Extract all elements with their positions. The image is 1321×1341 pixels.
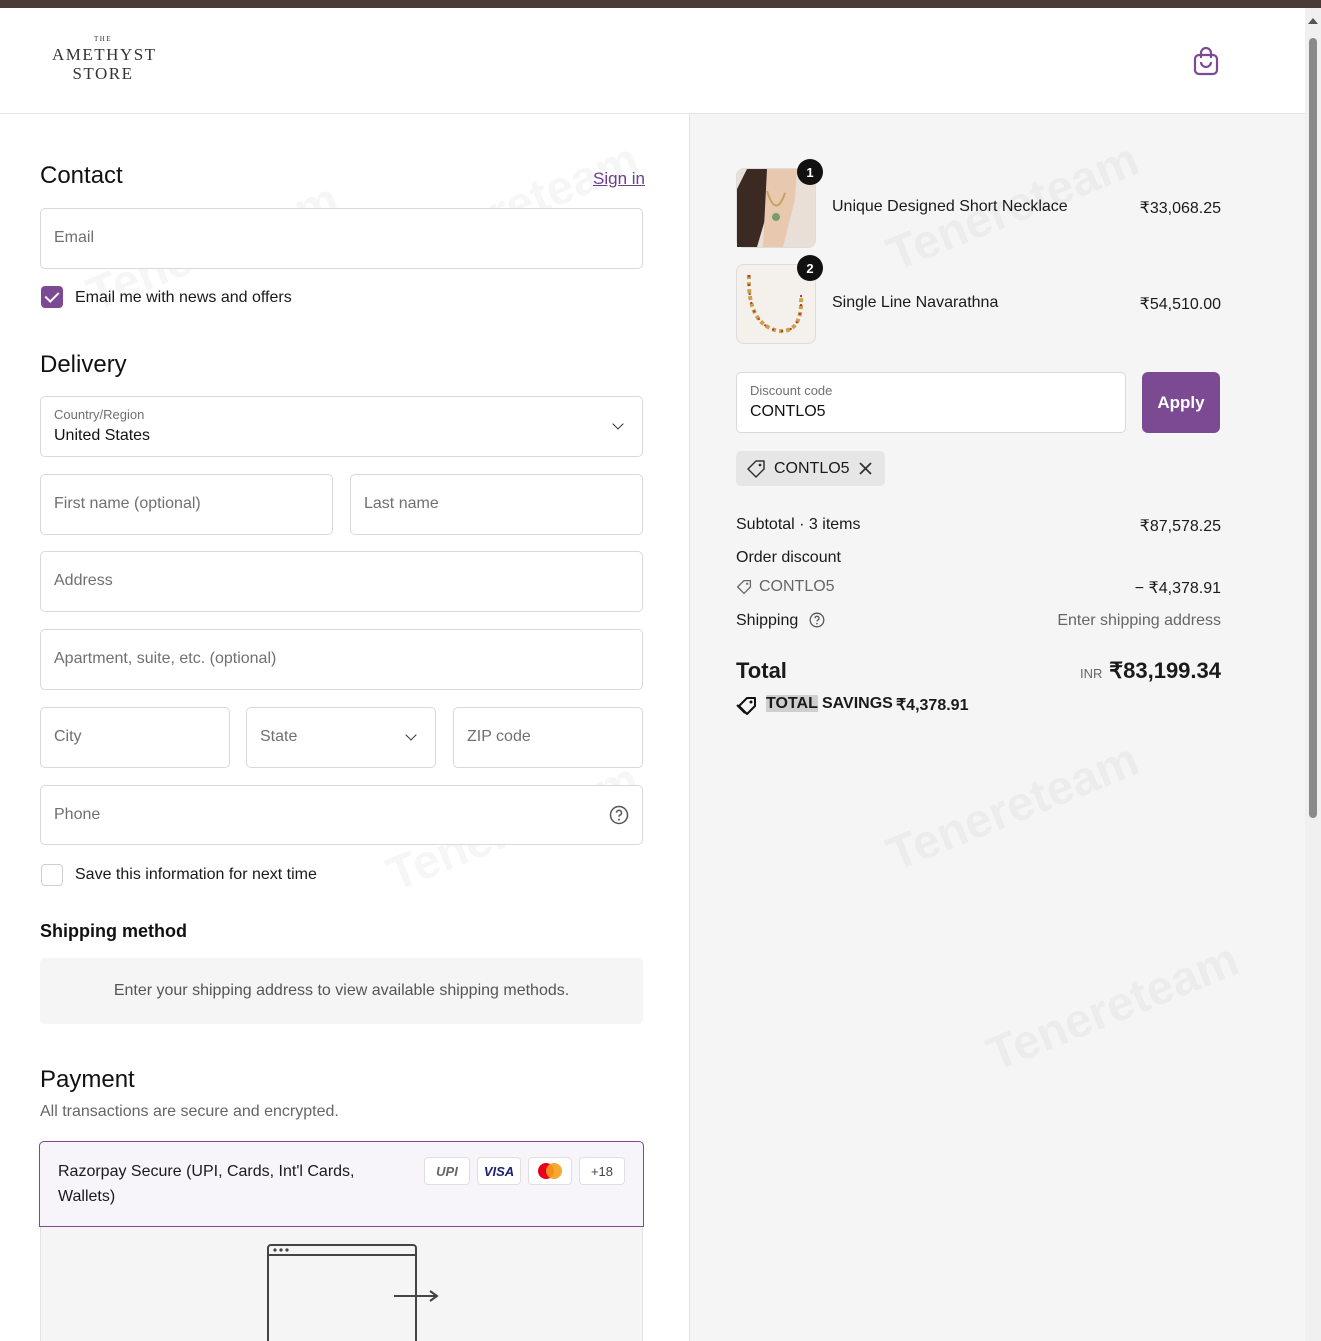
country-label: Country/Region bbox=[54, 407, 145, 422]
total-currency: INR bbox=[1080, 666, 1103, 681]
total-value: ₹83,199.34 bbox=[1109, 658, 1221, 683]
site-header: THE AMETHYST STORE bbox=[0, 8, 1305, 114]
save-info-label: Save this information for next time bbox=[75, 866, 317, 883]
sign-in-link[interactable]: Sign in bbox=[593, 169, 645, 189]
visa-logo-icon: VISA bbox=[477, 1157, 521, 1185]
apply-discount-button[interactable]: Apply bbox=[1142, 372, 1220, 433]
applied-discount-code: CONTLO5 bbox=[774, 460, 850, 477]
phone-placeholder: Phone bbox=[54, 806, 101, 823]
state-select[interactable]: State bbox=[246, 707, 436, 768]
order-discount-code: CONTLO5 bbox=[759, 578, 835, 595]
payment-heading: Payment bbox=[40, 1066, 135, 1093]
window-top-bar bbox=[0, 0, 1321, 8]
save-info-checkbox[interactable] bbox=[41, 864, 63, 886]
last-name-field[interactable]: Last name bbox=[350, 474, 643, 535]
razorpay-label-line2: Wallets) bbox=[58, 1188, 116, 1205]
tag-icon bbox=[736, 579, 752, 595]
quantity-badge: 1 bbox=[797, 159, 823, 185]
discount-code-label: Discount code bbox=[750, 383, 833, 398]
total-savings-label: TOTAL SAVINGS bbox=[766, 695, 893, 713]
contact-heading: Contact bbox=[40, 162, 123, 189]
mastercard-circles-icon bbox=[538, 1163, 562, 1179]
scrollbar-thumb[interactable] bbox=[1309, 38, 1317, 818]
discount-code-field[interactable]: Discount code CONTLO5 bbox=[736, 372, 1126, 433]
close-icon[interactable] bbox=[858, 461, 873, 476]
mastercard-logo-icon bbox=[528, 1157, 572, 1185]
city-placeholder: City bbox=[54, 728, 82, 745]
phone-field[interactable]: Phone bbox=[40, 785, 643, 845]
address-placeholder: Address bbox=[54, 572, 113, 589]
savings-tag-icon bbox=[736, 697, 756, 715]
page-scrollbar[interactable] bbox=[1305, 8, 1321, 1341]
chevron-down-icon bbox=[612, 418, 624, 430]
order-discount-label: Order discount bbox=[736, 549, 841, 566]
browser-redirect-icon bbox=[267, 1244, 439, 1341]
state-placeholder: State bbox=[260, 728, 298, 745]
last-name-placeholder: Last name bbox=[364, 495, 439, 512]
address-field[interactable]: Address bbox=[40, 551, 643, 612]
shipping-label: Shipping bbox=[736, 612, 799, 629]
help-circle-icon[interactable] bbox=[809, 612, 825, 628]
total-savings-value: ₹4,378.91 bbox=[896, 697, 969, 714]
cart-item-name: Unique Designed Short Necklace bbox=[832, 198, 1068, 215]
savings-label-rest: SAVINGS bbox=[817, 695, 893, 712]
redirect-illustration-area bbox=[40, 1227, 643, 1341]
logo-line-1: AMETHYST bbox=[52, 45, 157, 64]
first-name-placeholder: First name (optional) bbox=[54, 495, 201, 512]
order-discount-value: − ₹4,378.91 bbox=[1134, 580, 1221, 597]
more-methods-badge: +18 bbox=[579, 1157, 625, 1185]
logo-the: THE bbox=[93, 35, 113, 43]
product-thumbnail-necklace: 1 bbox=[736, 159, 823, 248]
email-placeholder: Email bbox=[54, 229, 95, 246]
store-logo[interactable]: THE AMETHYST STORE bbox=[52, 35, 157, 83]
country-value: United States bbox=[54, 427, 151, 444]
chevron-down-icon bbox=[405, 729, 417, 741]
subtotal-value: ₹87,578.25 bbox=[1139, 518, 1221, 535]
help-circle-icon[interactable] bbox=[609, 805, 629, 825]
upi-logo-icon: UPI bbox=[424, 1157, 470, 1185]
applied-discount-chip: CONTLO5 bbox=[736, 451, 885, 486]
razorpay-label-line1: Razorpay Secure (UPI, Cards, Int'l Cards… bbox=[58, 1163, 355, 1180]
newsletter-checkbox[interactable] bbox=[41, 286, 63, 308]
cart-item-name: Single Line Navarathna bbox=[832, 294, 999, 311]
savings-label-highlight: TOTAL bbox=[766, 695, 818, 712]
cart-item-price: ₹54,510.00 bbox=[1139, 296, 1221, 313]
shipping-value: Enter shipping address bbox=[1057, 612, 1221, 629]
delivery-heading: Delivery bbox=[40, 351, 127, 378]
payment-subtitle: All transactions are secure and encrypte… bbox=[40, 1103, 339, 1120]
country-select[interactable]: Country/Region United States bbox=[40, 396, 643, 457]
shipping-method-message: Enter your shipping address to view avai… bbox=[113, 982, 570, 999]
product-thumbnail-navarathna: 2 bbox=[736, 255, 823, 344]
logo-line-2: STORE bbox=[72, 64, 134, 83]
shopping-bag-icon[interactable] bbox=[1192, 46, 1220, 76]
apartment-field[interactable]: Apartment, suite, etc. (optional) bbox=[40, 629, 643, 690]
city-field[interactable]: City bbox=[40, 707, 230, 768]
email-field[interactable]: Email bbox=[40, 208, 643, 269]
total-label: Total bbox=[736, 658, 787, 683]
newsletter-label: Email me with news and offers bbox=[75, 289, 292, 306]
cart-item-price: ₹33,068.25 bbox=[1139, 200, 1221, 217]
shipping-method-placeholder: Enter your shipping address to view avai… bbox=[40, 958, 643, 1024]
zip-field[interactable]: ZIP code bbox=[453, 707, 643, 768]
scroll-up-arrow-icon[interactable] bbox=[1308, 18, 1318, 24]
shipping-method-heading: Shipping method bbox=[40, 921, 187, 941]
discount-code-value: CONTLO5 bbox=[750, 403, 826, 420]
first-name-field[interactable]: First name (optional) bbox=[40, 474, 333, 535]
zip-placeholder: ZIP code bbox=[467, 728, 531, 745]
tag-icon bbox=[747, 460, 765, 478]
apartment-placeholder: Apartment, suite, etc. (optional) bbox=[54, 650, 277, 667]
subtotal-label: Subtotal · 3 items bbox=[736, 516, 861, 533]
quantity-badge: 2 bbox=[797, 255, 823, 281]
